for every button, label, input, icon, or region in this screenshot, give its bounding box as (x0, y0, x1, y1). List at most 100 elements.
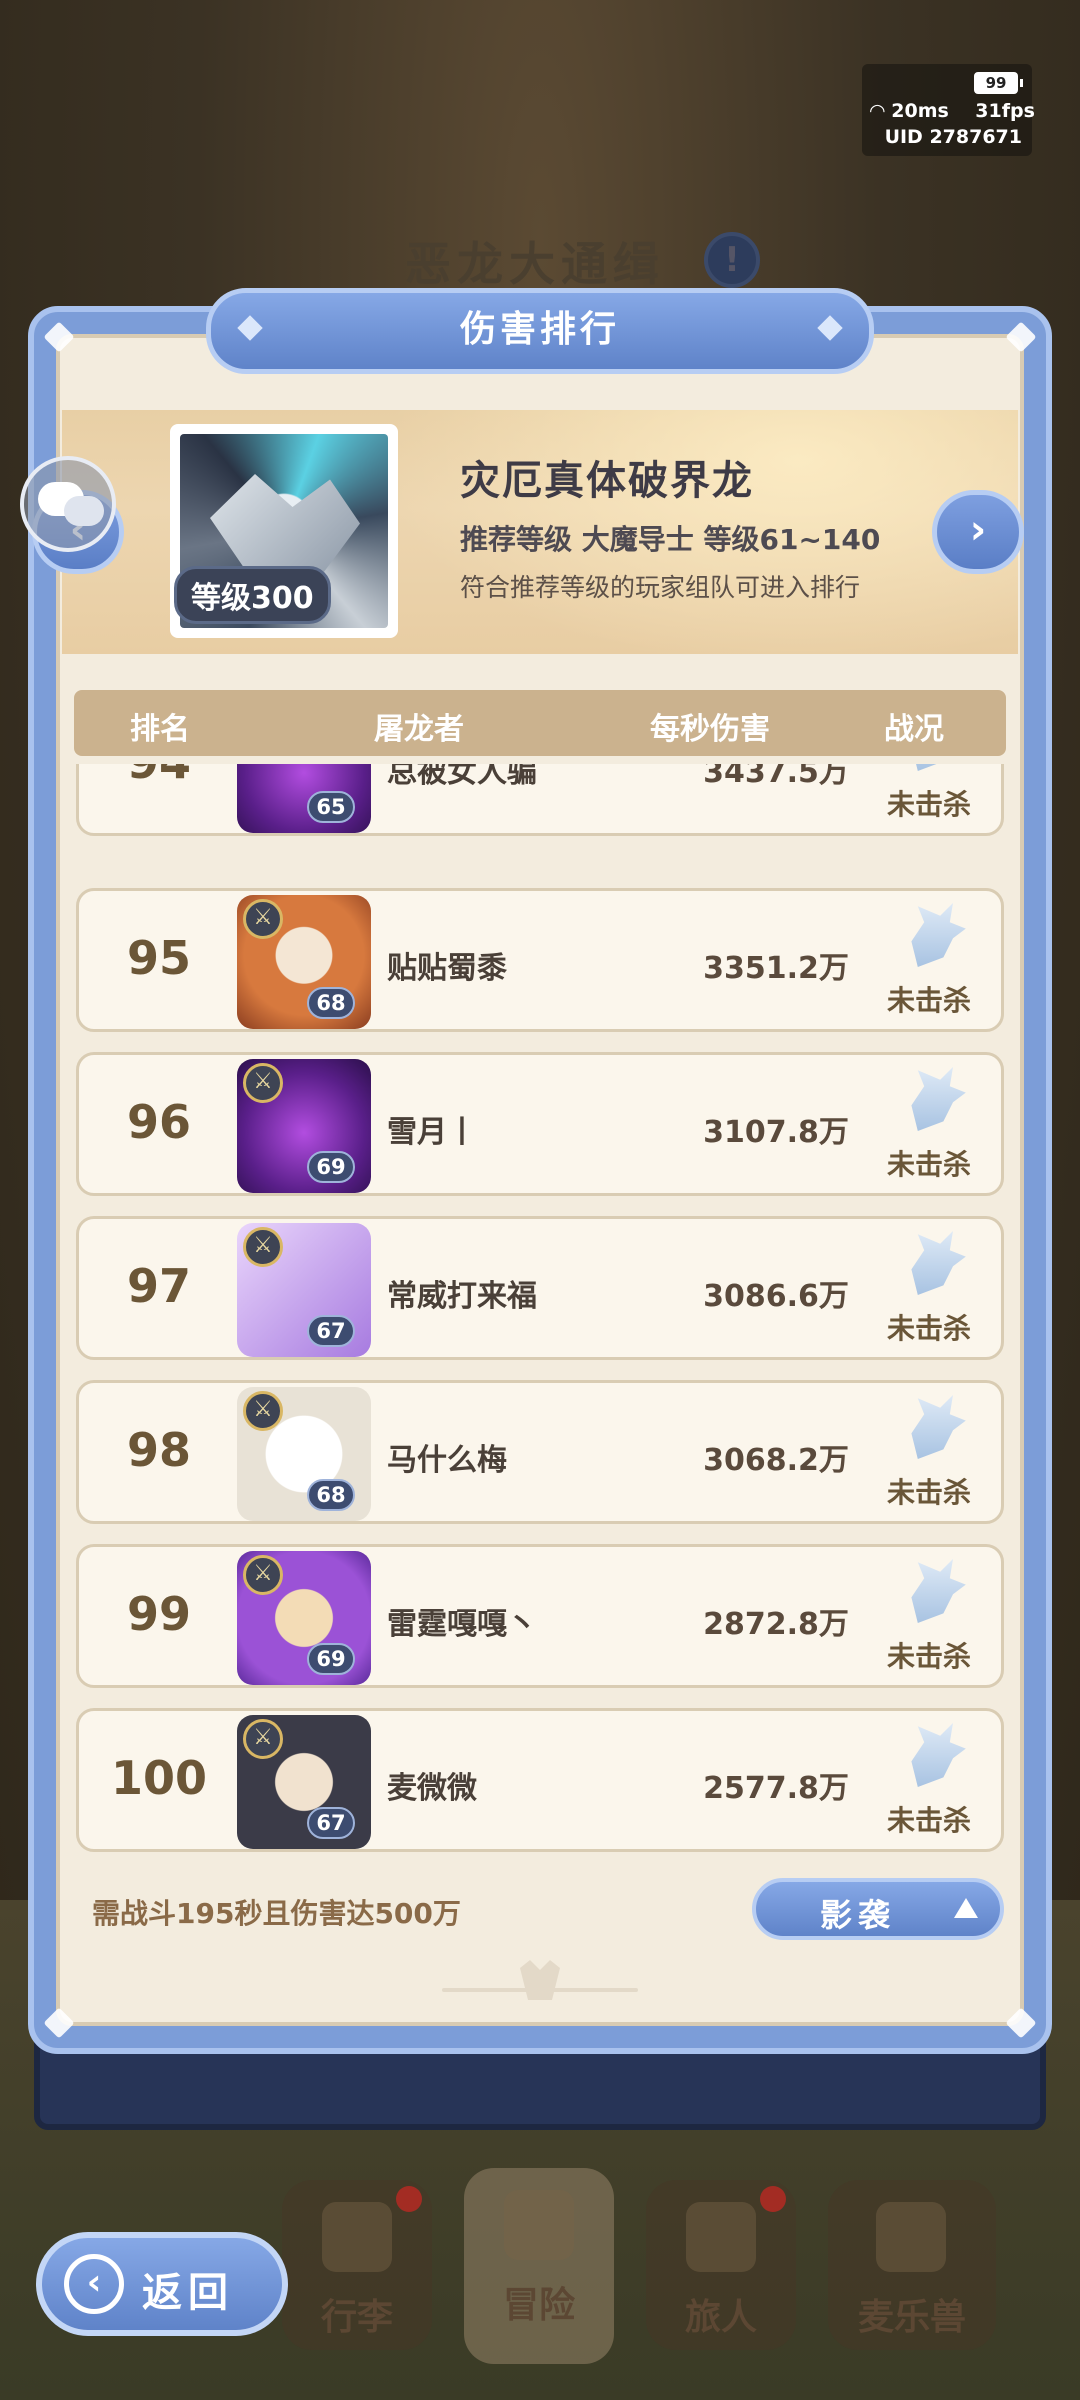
dragon-icon (911, 1067, 966, 1131)
fps-value: 31fps (975, 100, 1035, 122)
status-cell: 未击杀 (839, 764, 1004, 835)
avatar[interactable]: ⚔ 68 (237, 895, 371, 1029)
table-row[interactable]: 95 ⚔ 68 贴贴蜀黍 3351.2万 未击杀 (76, 888, 1004, 1032)
rank-number: 94 (93, 764, 225, 789)
player-name: 贴贴蜀黍 (387, 951, 507, 986)
table-row[interactable]: 94 ⚔ 65 总被女人骗 3437.5万 未击杀 (76, 764, 1004, 836)
network-stats: ◠ 20ms 31fps (870, 100, 1035, 122)
player-name: 麦微微 (387, 1771, 477, 1806)
tab-label: 冒险 (502, 2285, 575, 2326)
player-level: 68 (307, 1479, 355, 1511)
player-level: 68 (307, 987, 355, 1019)
avatar[interactable]: ⚔ 69 (237, 1059, 371, 1193)
crossed-swords-icon (504, 2190, 574, 2260)
column-rank: 排名 (130, 712, 190, 747)
chat-bubble-icon (64, 496, 104, 526)
player-name: 马什么梅 (387, 1443, 507, 1478)
wifi-icon: ◠ (870, 100, 885, 122)
status-cell: 未击杀 (839, 1711, 1004, 1851)
caret-up-icon (954, 1898, 978, 1918)
rank-number: 100 (110, 1751, 208, 1805)
player-level: 67 (307, 1315, 355, 1347)
status-overlay: 99 ◠ 20ms 31fps UID 2787671 (862, 64, 1035, 156)
boss-level-badge: 等级300 (174, 566, 331, 624)
tab-label: 旅人 (684, 2297, 757, 2338)
player-name: 雪月丨 (387, 1115, 477, 1150)
next-boss-button[interactable]: › (932, 490, 1024, 574)
ping-value: 20ms (891, 100, 949, 122)
modal-title-tab: 伤害排行 (206, 288, 874, 374)
ranking-table-header: 排名 屠龙者 每秒伤害 战况 (74, 690, 1006, 756)
guild-emblem-icon: ⚔ (243, 1555, 283, 1595)
column-player: 屠龙者 (374, 712, 464, 747)
dragon-icon (911, 903, 966, 967)
avatar[interactable]: ⚔ 69 (237, 1551, 371, 1685)
player-level: 65 (307, 791, 355, 823)
status-cell: 未击杀 (839, 891, 1004, 1031)
rank-number: 96 (126, 1095, 191, 1149)
status-cell: 未击杀 (839, 1383, 1004, 1523)
traveler-icon (686, 2202, 756, 2272)
guild-emblem-icon: ⚔ (243, 1063, 283, 1103)
rank-number: 98 (126, 1423, 191, 1477)
title-ornament (817, 315, 843, 341)
table-row[interactable]: 96 ⚔ 69 雪月丨 3107.8万 未击杀 (76, 1052, 1004, 1196)
table-row[interactable]: 98 ⚔ 68 马什么梅 3068.2万 未击杀 (76, 1380, 1004, 1524)
tab-label: 麦乐兽 (857, 2297, 966, 2338)
back-button[interactable]: ‹ 返回 (36, 2232, 288, 2336)
rank-number: 99 (126, 1587, 191, 1641)
battery-icon: 99 (974, 72, 1023, 94)
back-label: 返回 (142, 2270, 234, 2316)
tab-travelers[interactable]: 旅人 (646, 2180, 796, 2350)
dragon-icon (911, 764, 966, 771)
avatar[interactable]: ⚔ 65 (237, 764, 371, 833)
tab-luggage[interactable]: 行李 (282, 2180, 432, 2350)
chevron-right-icon: › (969, 507, 987, 553)
column-status: 战况 (884, 712, 944, 747)
background-title: 恶龙大通缉 (405, 237, 665, 291)
player-level: 67 (307, 1807, 355, 1839)
guild-emblem-icon: ⚔ (243, 1227, 283, 1267)
boss-banner: 等级300 灾厄真体破界龙 推荐等级 大魔导士 等级61~140 符合推荐等级的… (62, 410, 1018, 654)
kill-status: 未击杀 (886, 1640, 971, 1673)
modal-title: 伤害排行 (459, 309, 620, 350)
tab-pets[interactable]: 麦乐兽 (828, 2180, 996, 2350)
cat-ornament-icon (442, 1960, 638, 2010)
column-dps: 每秒伤害 (650, 712, 770, 747)
table-row[interactable]: 97 ⚔ 67 常威打来福 3086.6万 未击杀 (76, 1216, 1004, 1360)
guild-emblem-icon: ⚔ (243, 1719, 283, 1759)
dragon-icon (911, 1231, 966, 1295)
pet-icon (876, 2202, 946, 2272)
guild-emblem-icon: ⚔ (243, 899, 283, 939)
dragon-icon (911, 1395, 966, 1459)
title-ornament (237, 315, 263, 341)
table-row[interactable]: 100 ⚔ 67 麦微微 2577.8万 未击杀 (76, 1708, 1004, 1852)
status-cell: 未击杀 (839, 1055, 1004, 1195)
tab-label: 行李 (320, 2297, 393, 2338)
player-level: 69 (307, 1643, 355, 1675)
boss-recommend: 推荐等级 大魔导士 等级61~140 (460, 523, 881, 556)
info-icon: ! (704, 232, 760, 288)
requirement-note: 需战斗195秒且伤害达500万 (92, 1897, 461, 1930)
avatar[interactable]: ⚔ 67 (237, 1223, 371, 1357)
status-cell: 未击杀 (839, 1219, 1004, 1359)
rank-number: 95 (126, 931, 191, 985)
kill-status: 未击杀 (886, 984, 971, 1017)
mode-select-button[interactable]: 影袭 (752, 1878, 1004, 1940)
tab-adventure[interactable]: 冒险 (464, 2168, 614, 2364)
chat-button[interactable] (20, 456, 116, 552)
kill-status: 未击杀 (886, 1804, 971, 1837)
table-row[interactable]: 99 ⚔ 69 雷霆嘎嘎丶 2872.8万 未击杀 (76, 1544, 1004, 1688)
player-level: 69 (307, 1151, 355, 1183)
player-name: 雷霆嘎嘎丶 (387, 1607, 537, 1642)
avatar[interactable]: ⚔ 67 (237, 1715, 371, 1849)
guild-emblem-icon: ⚔ (243, 1391, 283, 1431)
mode-label: 影袭 (820, 1896, 897, 1934)
ranking-list[interactable]: 94 ⚔ 65 总被女人骗 3437.5万 未击杀 95 ⚔ 68 贴贴蜀黍 3… (76, 764, 1004, 1856)
player-name: 常威打来福 (387, 1279, 537, 1314)
dragon-icon (911, 1559, 966, 1623)
kill-status: 未击杀 (886, 1148, 971, 1181)
kill-status: 未击杀 (886, 1476, 971, 1509)
avatar[interactable]: ⚔ 68 (237, 1387, 371, 1521)
bag-icon (322, 2202, 392, 2272)
